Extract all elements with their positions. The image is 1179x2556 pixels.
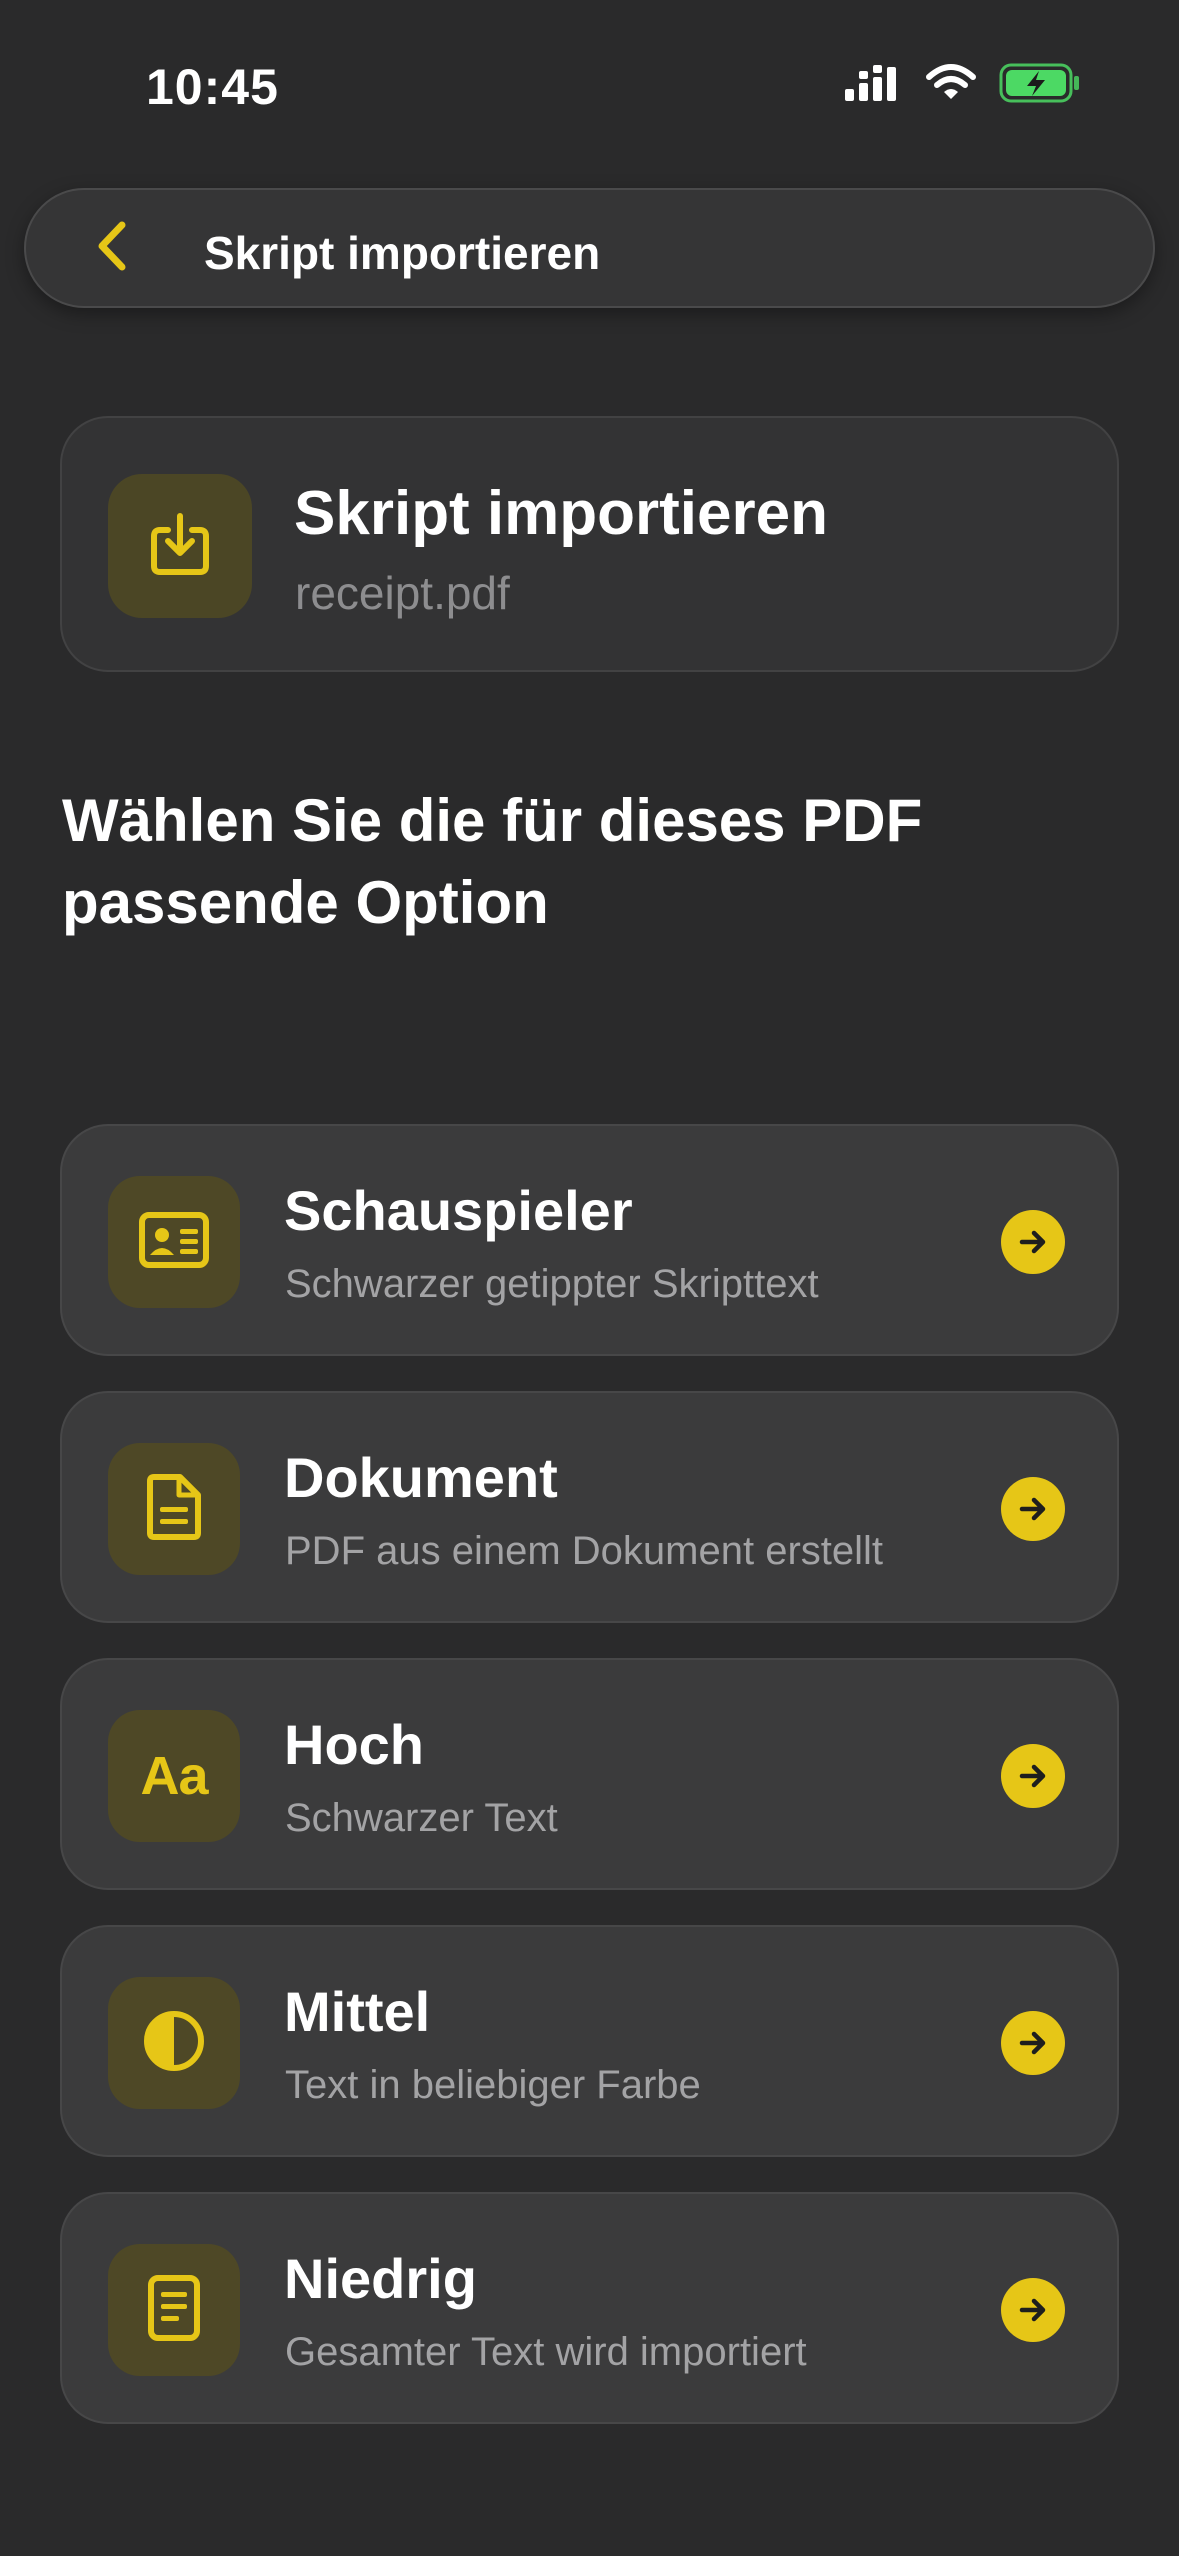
option-title: Mittel (284, 1980, 431, 2043)
file-name: receipt.pdf (295, 567, 510, 619)
cellular-signal-icon (843, 63, 903, 108)
option-subtitle: Schwarzer Text (285, 1796, 558, 1840)
battery-charging-icon (999, 62, 1081, 109)
status-bar: 10:45 (0, 0, 1179, 170)
arrow-right-icon (1001, 2011, 1065, 2075)
option-title: Schauspieler (284, 1179, 633, 1242)
file-info-card: Skript importieren receipt.pdf (60, 416, 1119, 672)
id-card-icon (138, 1211, 210, 1274)
option-icon-tile: Aa (108, 1710, 240, 1842)
option-title: Hoch (284, 1713, 424, 1776)
file-card-title: Skript importieren (294, 479, 828, 548)
status-icons (843, 62, 1081, 109)
option-schauspieler[interactable]: Schauspieler Schwarzer getippter Skriptt… (60, 1124, 1119, 1356)
arrow-right-icon (1001, 2278, 1065, 2342)
option-subtitle: Gesamter Text wird importiert (285, 2330, 807, 2374)
page-lines-icon (146, 2274, 202, 2347)
option-icon-tile (108, 1176, 240, 1308)
option-title: Niedrig (284, 2247, 477, 2310)
option-subtitle: PDF aus einem Dokument erstellt (285, 1529, 884, 1573)
option-list: Schauspieler Schwarzer getippter Skriptt… (60, 1124, 1119, 2459)
document-icon (144, 1473, 204, 1546)
text-aa-icon: Aa (140, 1746, 208, 1806)
option-hoch[interactable]: Aa Hoch Schwarzer Text (60, 1658, 1119, 1890)
option-dokument[interactable]: Dokument PDF aus einem Dokument erstellt (60, 1391, 1119, 1623)
file-icon-tile (108, 474, 252, 618)
option-mittel[interactable]: Mittel Text in beliebiger Farbe (60, 1925, 1119, 2157)
arrow-right-icon (1001, 1744, 1065, 1808)
option-title: Dokument (284, 1446, 558, 1509)
navigation-bar: Skript importieren (24, 188, 1155, 308)
section-heading: Wählen Sie die für dieses PDF passende O… (62, 787, 923, 936)
option-niedrig[interactable]: Niedrig Gesamter Text wird importiert (60, 2192, 1119, 2424)
arrow-right-icon (1001, 1210, 1065, 1274)
option-icon-tile (108, 1443, 240, 1575)
chevron-left-icon (94, 219, 130, 278)
option-icon-tile (108, 2244, 240, 2376)
arrow-right-icon (1001, 1477, 1065, 1541)
import-download-icon (146, 510, 214, 583)
wifi-icon (925, 63, 977, 108)
option-icon-tile (108, 1977, 240, 2109)
nav-title: Skript importieren (204, 227, 601, 279)
option-subtitle: Text in beliebiger Farbe (285, 2063, 701, 2107)
contrast-icon (141, 2008, 207, 2079)
status-time: 10:45 (146, 59, 279, 115)
back-button[interactable] (82, 216, 142, 280)
option-subtitle: Schwarzer getippter Skripttext (285, 1262, 819, 1306)
